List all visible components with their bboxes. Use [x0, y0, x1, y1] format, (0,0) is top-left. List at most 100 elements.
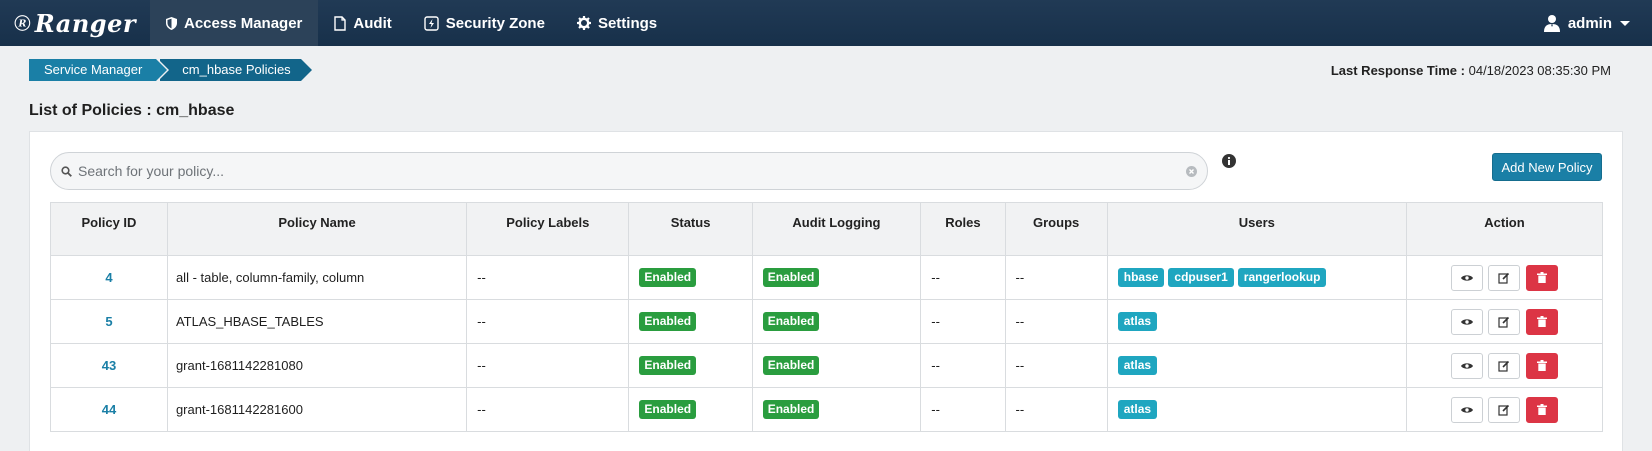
- user-badge: atlas: [1117, 312, 1158, 331]
- policy-name: all - table, column-family, column: [166, 255, 468, 300]
- delete-button[interactable]: [1526, 396, 1559, 423]
- user-badge: atlas: [1117, 356, 1158, 375]
- groups-cell: --: [1004, 387, 1108, 432]
- policy-id-link[interactable]: 43: [102, 358, 116, 373]
- eye-icon: [1460, 318, 1473, 325]
- edit-icon: [1498, 360, 1510, 372]
- status-badge: Enabled: [639, 400, 697, 419]
- last-response-time-value: 04/18/2023 08:35:30 PM: [1468, 63, 1611, 78]
- trash-icon: [1537, 272, 1548, 283]
- page-title: List of Policies : cm_hbase: [29, 102, 235, 119]
- table-row: 44 grant-1681142281600 -- Enabled Enable…: [50, 387, 1604, 432]
- policy-labels: --: [466, 255, 630, 300]
- roles-cell: --: [920, 299, 1006, 344]
- add-new-policy-button[interactable]: Add New Policy: [1492, 153, 1602, 181]
- brand[interactable]: R Ranger: [0, 0, 150, 46]
- policy-name: grant-1681142281600: [166, 387, 468, 432]
- policy-labels: --: [466, 387, 630, 432]
- view-button[interactable]: [1450, 308, 1483, 335]
- table-row: 43 grant-1681142281080 -- Enabled Enable…: [50, 343, 1604, 388]
- nav-settings[interactable]: Settings: [561, 0, 673, 46]
- breadcrumb-current[interactable]: cm_hbase Policies: [160, 59, 313, 81]
- table-header-row: Policy ID Policy Name Policy Labels Stat…: [50, 202, 1604, 256]
- nav-access-manager-label: Access Manager: [184, 14, 303, 32]
- header-policy-name[interactable]: Policy Name: [166, 202, 468, 256]
- roles-cell: --: [920, 343, 1006, 388]
- last-response-time-label: Last Response Time :: [1330, 63, 1465, 78]
- clear-search-icon[interactable]: [1186, 165, 1197, 177]
- view-button[interactable]: [1450, 396, 1483, 423]
- policy-labels: --: [466, 299, 630, 344]
- user-name: admin: [1567, 14, 1612, 32]
- breadcrumb: Service Manager cm_hbase Policies: [29, 59, 313, 81]
- table-row: 5 ATLAS_HBASE_TABLES -- Enabled Enabled …: [50, 299, 1604, 344]
- view-button[interactable]: [1450, 264, 1483, 291]
- edit-button[interactable]: [1488, 352, 1521, 379]
- header-roles: Roles: [920, 202, 1006, 256]
- edit-icon: [1498, 272, 1510, 284]
- search-box[interactable]: [50, 152, 1208, 190]
- last-response-time: Last Response Time : 04/18/2023 08:35:30…: [1331, 63, 1611, 78]
- policy-id-link[interactable]: 44: [102, 402, 116, 417]
- ranger-logo-icon: R: [14, 15, 31, 31]
- brand-name: Ranger: [34, 8, 136, 38]
- delete-button[interactable]: [1526, 264, 1559, 291]
- edit-icon: [1498, 316, 1510, 328]
- view-button[interactable]: [1450, 352, 1483, 379]
- edit-icon: [1498, 404, 1510, 416]
- header-groups: Groups: [1004, 202, 1108, 256]
- top-navbar: R Ranger Access Manager Audit Security Z…: [0, 0, 1652, 46]
- search-input[interactable]: [78, 163, 1186, 179]
- svg-text:R: R: [17, 18, 26, 29]
- audit-logging-badge: Enabled: [762, 356, 820, 375]
- nav-settings-label: Settings: [597, 14, 658, 32]
- user-badge: hbase: [1117, 268, 1165, 287]
- groups-cell: --: [1004, 299, 1108, 344]
- search-icon: [61, 165, 72, 177]
- audit-logging-badge: Enabled: [762, 268, 820, 287]
- policy-id-link[interactable]: 4: [105, 270, 112, 285]
- policies-panel: Add New Policy Policy ID Policy Name Pol…: [29, 131, 1623, 451]
- delete-button[interactable]: [1526, 352, 1559, 379]
- audit-logging-badge: Enabled: [762, 400, 820, 419]
- delete-button[interactable]: [1526, 308, 1559, 335]
- eye-icon: [1460, 406, 1473, 413]
- policy-name: ATLAS_HBASE_TABLES: [166, 299, 468, 344]
- edit-button[interactable]: [1488, 264, 1521, 291]
- eye-icon: [1460, 362, 1473, 369]
- breadcrumb-service-manager[interactable]: Service Manager: [29, 59, 170, 81]
- gear-icon: [576, 16, 591, 30]
- roles-cell: --: [920, 387, 1006, 432]
- user-badge: rangerlookup: [1237, 268, 1327, 287]
- policy-id-link[interactable]: 5: [105, 314, 112, 329]
- user-badge: atlas: [1117, 400, 1158, 419]
- shield-icon: [166, 16, 177, 30]
- groups-cell: --: [1004, 343, 1108, 388]
- header-audit-logging: Audit Logging: [751, 202, 922, 256]
- user-badge: cdpuser1: [1168, 268, 1234, 287]
- nav-security-zone[interactable]: Security Zone: [408, 0, 561, 46]
- edit-button[interactable]: [1488, 308, 1521, 335]
- policies-table: Policy ID Policy Name Policy Labels Stat…: [50, 202, 1604, 432]
- header-policy-id[interactable]: Policy ID: [50, 202, 168, 256]
- nav-audit[interactable]: Audit: [318, 0, 407, 46]
- trash-icon: [1537, 360, 1548, 371]
- edit-button[interactable]: [1488, 396, 1521, 423]
- user-menu[interactable]: admin: [1543, 0, 1630, 46]
- chevron-down-icon: [1620, 20, 1630, 26]
- groups-cell: --: [1004, 255, 1108, 300]
- info-icon[interactable]: [1222, 154, 1236, 173]
- status-badge: Enabled: [639, 268, 697, 287]
- header-status: Status: [628, 202, 753, 256]
- trash-icon: [1537, 316, 1548, 327]
- table-row: 4 all - table, column-family, column -- …: [50, 255, 1604, 300]
- nav-security-zone-label: Security Zone: [445, 14, 545, 32]
- nav-access-manager[interactable]: Access Manager: [150, 0, 319, 46]
- user-icon: [1543, 14, 1560, 32]
- header-action: Action: [1405, 202, 1604, 256]
- header-users: Users: [1106, 202, 1407, 256]
- roles-cell: --: [920, 255, 1006, 300]
- policy-name: grant-1681142281080: [166, 343, 468, 388]
- status-badge: Enabled: [639, 312, 697, 331]
- trash-icon: [1537, 404, 1548, 415]
